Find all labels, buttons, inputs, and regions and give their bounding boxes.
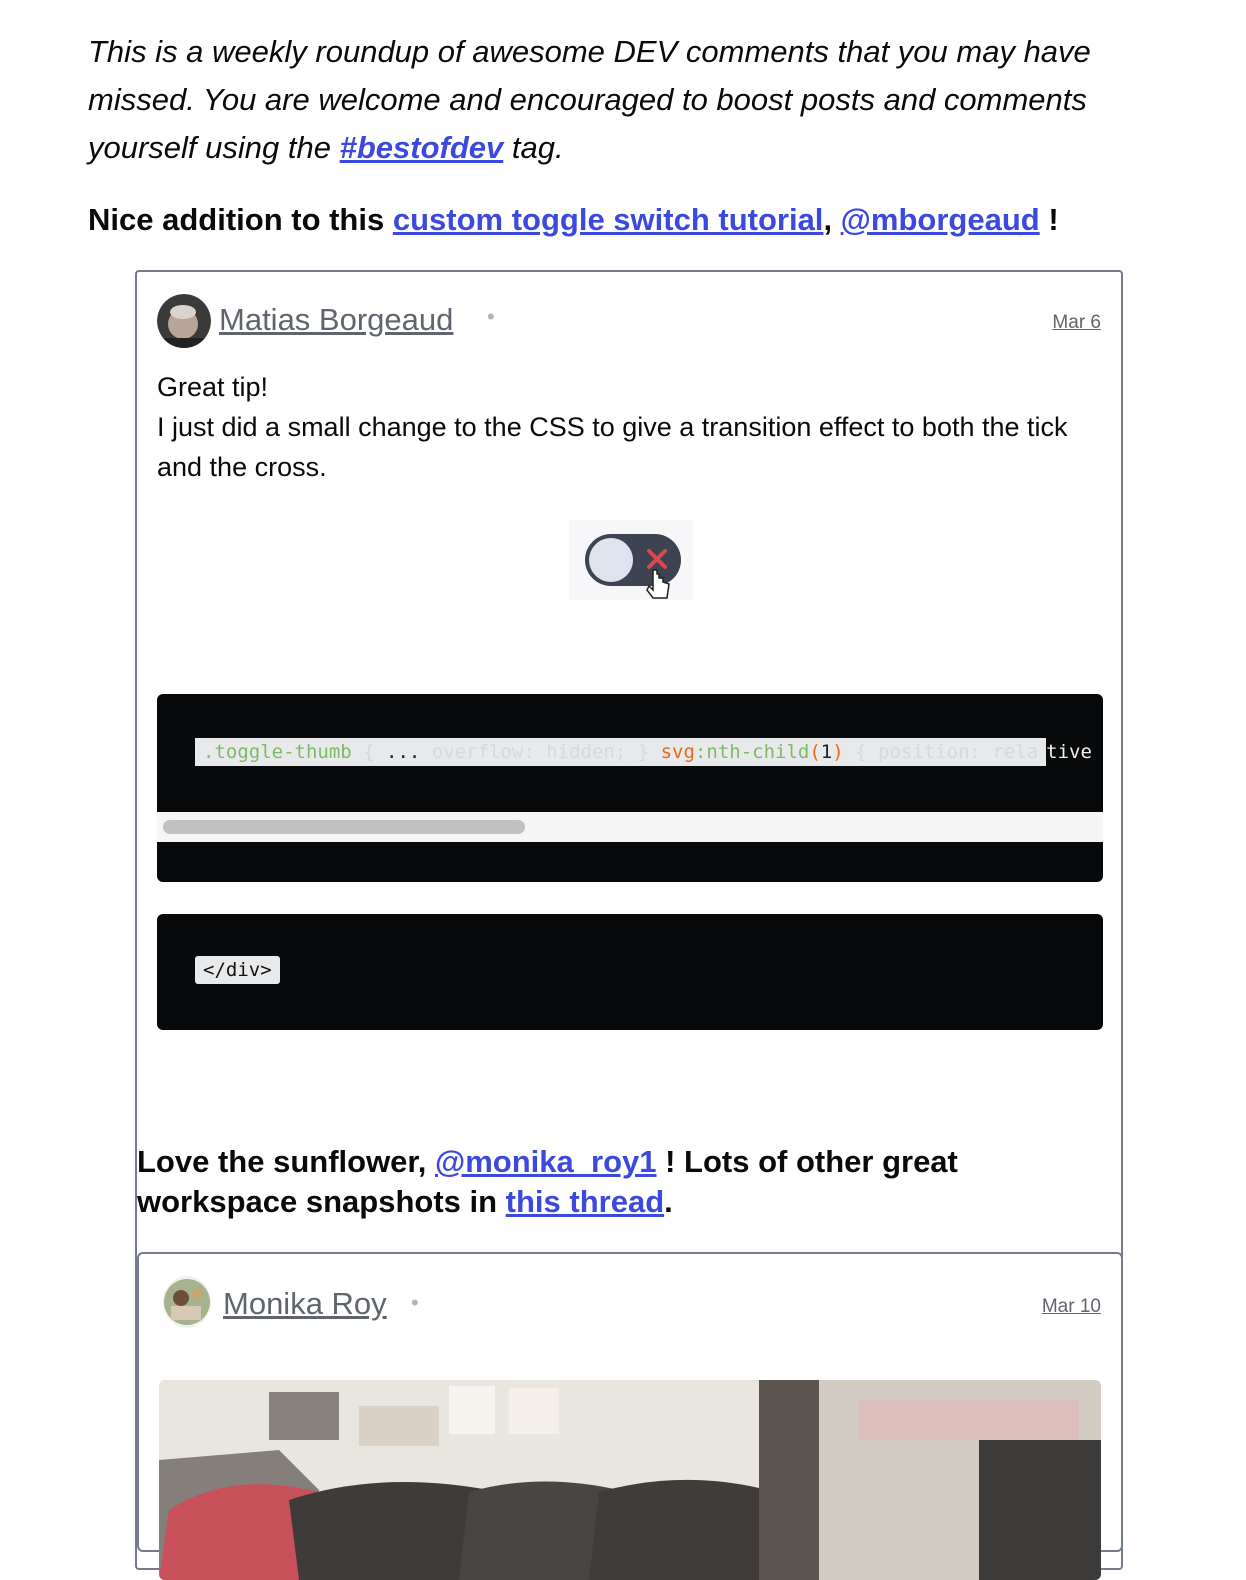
comment-header: Monika Roy • Mar 10 [163,1276,1101,1332]
heading-text: Nice addition to this [88,202,393,237]
mborgeaud-mention-link[interactable]: @mborgeaud [841,202,1040,237]
heading-suffix: . [664,1184,673,1219]
monika-mention-link[interactable]: @monika_roy1 [435,1144,656,1179]
code-line: .toggle-thumb { ... overflow: hidden; } … [195,738,1092,766]
code-selector: .toggle-thumb [203,741,352,763]
code-brace: { [351,741,387,763]
bestofdev-tag-link[interactable]: #bestofdev [340,130,504,165]
comment-card-monika: Monika Roy • Mar 10 [137,1252,1123,1580]
code-block-css: .toggle-thumb { ... overflow: hidden; } … [157,694,1103,882]
scrollbar-thumb[interactable] [163,820,525,834]
heading-suffix: ! [1039,202,1059,237]
code-paren: ( [809,741,821,763]
comment-header: Matias Borgeaud • Mar 6 [157,294,1101,350]
toggle-tutorial-link[interactable]: custom toggle switch tutorial [393,202,824,237]
comment-date-link[interactable]: Mar 6 [1052,312,1101,334]
code-ellipsis: ... [386,741,421,763]
workspace-photo [159,1380,1101,1580]
comment-date-link[interactable]: Mar 10 [1042,1296,1101,1318]
heading-text: Love the sunflower, [137,1144,435,1179]
separator-dot: • [487,304,495,329]
comment-body: Great tip! I just did a small change to … [157,367,1097,487]
code-overflow-text: tive [1046,741,1092,763]
code-paren: ) [832,741,844,763]
code-closing-div: </div> [195,956,280,984]
intro-text-end: tag. [503,130,564,165]
code-block-html: </div> [157,914,1103,1030]
separator-dot: • [411,1290,419,1315]
code-faded: { position: rela [843,741,1039,763]
code-number: 1 [820,741,833,763]
author-name-link[interactable]: Monika Roy [223,1286,387,1322]
code-pseudo: nth-child [706,741,810,763]
code-colon: : [694,741,707,763]
section-heading-sunflower: Love the sunflower, @monika_roy1 ! Lots … [137,1142,1077,1222]
thread-link[interactable]: this thread [506,1184,664,1219]
horizontal-scrollbar[interactable] [157,812,1103,842]
toggle-switch-image [569,520,693,600]
comment-line: Great tip! [157,372,269,402]
author-name-link[interactable]: Matias Borgeaud [219,302,453,338]
section-heading-toggle: Nice addition to this custom toggle swit… [88,198,1168,242]
avatar[interactable] [163,1276,211,1328]
intro-text: This is a weekly roundup of awesome DEV … [88,34,1091,165]
comment-line: I just did a small change to the CSS to … [157,412,1068,482]
heading-sep: , [823,202,841,237]
code-svg: svg [660,741,695,763]
code-faded: overflow: hidden; } [420,741,661,763]
intro-paragraph: This is a weekly roundup of awesome DEV … [88,28,1168,172]
avatar[interactable] [157,294,211,348]
